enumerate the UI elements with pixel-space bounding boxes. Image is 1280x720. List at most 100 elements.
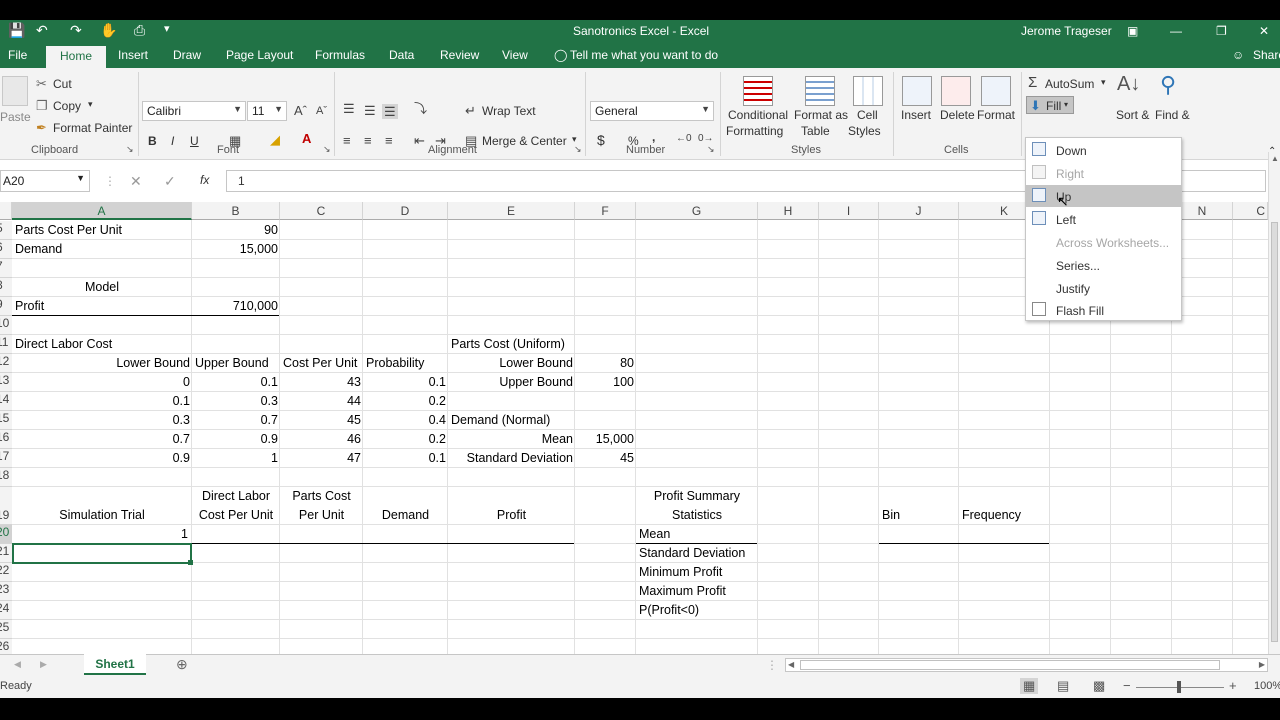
scroll-left-icon[interactable]: ◀ [788, 660, 794, 669]
fill-justify-item[interactable]: Justify [1026, 277, 1181, 299]
active-cell-a20[interactable] [12, 543, 192, 564]
cell-c19-line2[interactable]: Per Unit [280, 506, 363, 525]
row-header[interactable]: 23 [0, 582, 12, 601]
row-header[interactable]: 18 [0, 468, 12, 487]
autosum-icon[interactable]: Σ [1028, 75, 1037, 90]
minimize-icon[interactable]: — [1170, 24, 1182, 38]
cell-g23[interactable]: Maximum Profit [636, 582, 758, 601]
column-header-c[interactable]: C [280, 202, 363, 220]
row-header[interactable]: 24 [0, 601, 12, 620]
orientation-icon[interactable]: ⤵ [414, 102, 427, 115]
cell-f13[interactable]: 100 [575, 373, 636, 392]
increase-font-icon[interactable]: Aˆ [294, 104, 307, 117]
cell-d14[interactable]: 0.2 [363, 392, 448, 411]
cell-e12[interactable]: Lower Bound [448, 354, 575, 373]
format-painter-button[interactable]: Format Painter [53, 121, 132, 135]
normal-view-icon[interactable]: ▦ [1020, 678, 1039, 694]
autosum-button[interactable]: AutoSum [1045, 77, 1094, 91]
sort-filter-icon[interactable]: A↓ [1117, 74, 1140, 94]
row-header[interactable]: 20 [0, 525, 12, 544]
cell-f12[interactable]: 80 [575, 354, 636, 373]
cell-a16[interactable]: 0.7 [12, 430, 192, 449]
row-header[interactable]: 22 [0, 563, 12, 582]
cell-d16[interactable]: 0.2 [363, 430, 448, 449]
cell-b19-line2[interactable]: Cost Per Unit [192, 506, 280, 525]
cell-a8[interactable]: Model [12, 278, 192, 297]
column-header-b[interactable]: B [192, 202, 280, 220]
print-preview-icon[interactable]: ⎙ [134, 22, 145, 39]
underline-button[interactable]: U [190, 134, 199, 148]
cell-b16[interactable]: 0.9 [192, 430, 280, 449]
cell-a20[interactable]: 1 [12, 525, 192, 544]
delete-cells-button[interactable]: Delete [940, 108, 975, 122]
font-color-icon[interactable]: A [302, 132, 311, 145]
sheet-tab-sheet1[interactable]: Sheet1 [84, 654, 146, 675]
autosum-dropdown-icon[interactable]: ▾ [1101, 77, 1106, 88]
cell-b15[interactable]: 0.7 [192, 411, 280, 430]
increase-decimal-icon[interactable]: ←0 [676, 134, 692, 144]
horizontal-scroll-thumb[interactable] [800, 660, 1220, 670]
customize-qat-icon[interactable]: ▾ [164, 22, 170, 35]
row-header[interactable]: 8 [0, 278, 12, 297]
cell-c12[interactable]: Cost Per Unit [280, 354, 363, 373]
column-header-h[interactable]: H [758, 202, 819, 220]
conditional-formatting-icon[interactable] [743, 76, 773, 106]
row-header[interactable]: 7 [0, 259, 12, 278]
paste-icon[interactable] [2, 76, 28, 106]
column-header-i[interactable]: I [819, 202, 879, 220]
comma-button[interactable]: , [652, 130, 655, 144]
align-left-icon[interactable]: ≡ [343, 134, 351, 147]
horizontal-scrollbar[interactable]: ◀ ▶ [785, 658, 1268, 672]
copy-icon[interactable]: ❐ [36, 99, 48, 112]
cell-c16[interactable]: 46 [280, 430, 363, 449]
fill-color-icon[interactable]: ◢ [270, 133, 280, 146]
tab-view[interactable]: View [502, 48, 528, 62]
fill-down-item[interactable]: Down [1026, 139, 1181, 161]
cell-a11[interactable]: Direct Labor Cost [12, 335, 192, 354]
copy-button[interactable]: Copy [53, 99, 81, 113]
bold-button[interactable]: B [148, 134, 157, 148]
insert-function-button[interactable]: fx [200, 173, 209, 187]
flash-fill-item[interactable]: Flash Fill [1026, 299, 1181, 321]
ribbon-display-icon[interactable]: ▣ [1127, 24, 1138, 38]
column-header-a[interactable]: A [12, 202, 192, 220]
new-sheet-icon[interactable]: ⊕ [176, 656, 188, 673]
cell-b19-line1[interactable]: Direct Labor [192, 487, 280, 506]
column-header-d[interactable]: D [363, 202, 448, 220]
cell-g19-line1[interactable]: Profit Summary [636, 487, 758, 506]
cell-d19[interactable]: Demand [363, 506, 448, 525]
cell-d13[interactable]: 0.1 [363, 373, 448, 392]
close-icon[interactable]: ✕ [1259, 24, 1269, 38]
column-header-e[interactable]: E [448, 202, 575, 220]
cell-d15[interactable]: 0.4 [363, 411, 448, 430]
zoom-level[interactable]: 100% [1254, 680, 1280, 692]
touch-mode-icon[interactable]: ✋ [100, 22, 117, 39]
confirm-entry-icon[interactable]: ✓ [164, 173, 176, 190]
find-select-icon[interactable]: ⚲ [1160, 74, 1176, 96]
column-header-g[interactable]: G [636, 202, 758, 220]
tab-insert[interactable]: Insert [118, 48, 148, 62]
row-header[interactable]: 19 [0, 487, 12, 525]
conditional-formatting-label-1[interactable]: Conditional [728, 108, 788, 122]
fill-handle[interactable] [188, 560, 193, 565]
cell-d17[interactable]: 0.1 [363, 449, 448, 468]
format-as-table-icon[interactable] [805, 76, 835, 106]
row-header[interactable]: 21 [0, 544, 12, 563]
page-layout-view-icon[interactable]: ▤ [1057, 678, 1069, 694]
column-header-j[interactable]: J [879, 202, 959, 220]
save-icon[interactable]: 💾 [8, 22, 25, 39]
font-name-select[interactable]: Calibri ▼ [142, 101, 246, 121]
format-as-table-label-1[interactable]: Format as [794, 108, 848, 122]
zoom-in-icon[interactable]: + [1229, 678, 1237, 693]
cell-a12[interactable]: Lower Bound [12, 354, 192, 373]
cell-b14[interactable]: 0.3 [192, 392, 280, 411]
number-format-select[interactable]: General ▼ [590, 101, 714, 121]
format-cells-button[interactable]: Format [977, 108, 1015, 122]
tab-home[interactable]: Home [46, 46, 107, 68]
paste-button[interactable]: Paste [0, 110, 31, 124]
italic-button[interactable]: I [171, 134, 174, 148]
undo-icon[interactable]: ↶ [36, 22, 48, 39]
vertical-scroll-thumb[interactable] [1271, 222, 1278, 642]
tell-me-box[interactable]: Tell me what you want to do [570, 48, 718, 62]
cell-a15[interactable]: 0.3 [12, 411, 192, 430]
